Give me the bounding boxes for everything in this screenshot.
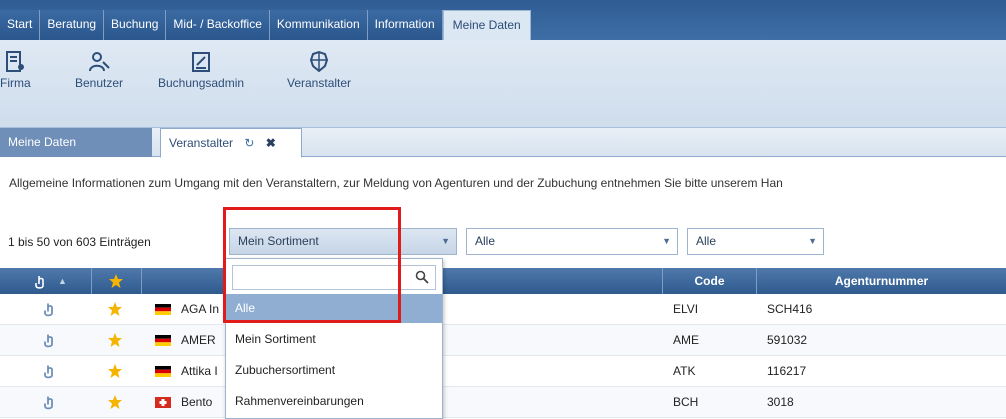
tab-kommunikation[interactable]: Kommunikation [269,10,368,40]
close-icon[interactable]: ✖ [266,136,276,150]
row-agenturnummer: 591032 [767,333,808,347]
sortiment-dropdown-list: Alle Mein Sortiment Zubuchersortiment Ra… [225,258,443,419]
tab-beratung[interactable]: Beratung [40,10,105,40]
tab-meine-daten[interactable]: Meine Daten [442,10,531,41]
hand-icon[interactable] [43,394,57,411]
main-tabs: Start Beratung Buchung Mid- / Backoffice… [0,10,531,41]
tab-veranstalter-label: Veranstalter [169,136,234,150]
dropdown-option-rahmenvereinbarungen[interactable]: Rahmenvereinbarungen [226,387,442,416]
star-icon[interactable] [107,363,123,379]
booking-admin-icon [192,52,211,72]
dropdown-search-input[interactable] [233,266,409,289]
row-agenturnummer: SCH416 [767,302,813,316]
section-tab-bar: Meine Daten Veranstalter ↻ ✖ [0,128,1006,158]
dropdown-option-mein-sortiment[interactable]: Mein Sortiment [226,325,442,354]
row-name: AGA In [181,302,220,316]
flag-germany-icon [155,335,171,346]
company-icon [6,51,25,72]
benutzer-button[interactable]: Benutzer [75,50,123,90]
sortiment-select-value: Mein Sortiment [238,234,319,248]
hand-icon[interactable] [43,332,57,349]
row-code: ATK [673,364,696,378]
flag-germany-icon [155,366,171,377]
firma-label: Firma [0,76,31,90]
column-header-type[interactable]: ▲ [0,268,92,294]
tab-buchung[interactable]: Buchung [104,10,167,40]
column-header-agenturnummer[interactable]: Agenturnummer [757,268,1006,294]
star-icon [109,274,123,288]
star-icon[interactable] [107,332,123,348]
info-text: Allgemeine Informationen zum Umgang mit … [9,176,783,190]
row-agenturnummer: 3018 [767,395,794,409]
benutzer-label: Benutzer [75,76,124,90]
table-row[interactable]: AGA In ELVI SCH416 [0,294,1006,325]
top-menu-bar: Start Beratung Buchung Mid- / Backoffice… [0,0,1006,41]
star-icon[interactable] [107,301,123,317]
sortiment-select[interactable]: Mein Sortiment ▼ [229,228,457,255]
row-name: AMER [181,333,216,347]
row-code: AME [673,333,700,347]
row-code: ELVI [673,302,699,316]
row-name: Attika I [181,364,218,378]
dropdown-option-alle[interactable]: Alle [226,294,442,323]
flag-germany-icon [155,304,171,315]
table-header: ▲ Code Agenturnummer [0,268,1006,294]
row-agenturnummer: 116217 [767,364,807,378]
buchungsadmin-label: Buchungsadmin [158,76,245,90]
star-icon[interactable] [107,394,123,410]
entry-count: 1 bis 50 von 603 Einträgen [8,235,151,249]
column-header-favorite[interactable] [92,268,142,294]
dropdown-search-box [232,265,436,290]
hand-icon [35,276,44,289]
row-code: BCH [673,395,699,409]
row-name: Bento [181,395,213,409]
users-icon [89,52,110,72]
chevron-down-icon: ▼ [441,236,450,246]
hand-icon[interactable] [43,363,57,380]
search-icon[interactable] [415,270,429,284]
filter3-select[interactable]: Alle ▼ [687,228,824,255]
tab-mid-backoffice[interactable]: Mid- / Backoffice [166,10,270,40]
flag-switzerland-icon [155,397,171,408]
table-row[interactable]: Attika I ATK 116217 [0,356,1006,387]
table-row[interactable]: Bento BCH 3018 [0,387,1006,418]
refresh-icon[interactable]: ↻ [244,136,254,150]
dropdown-option-zubuchersortiment[interactable]: Zubuchersortiment [226,356,442,385]
buchungsadmin-button[interactable]: Buchungsadmin [158,50,244,90]
filter2-select[interactable]: Alle ▼ [466,228,678,255]
tour-operator-icon [309,50,329,73]
veranstalter-label: Veranstalter [287,76,352,90]
table-row[interactable]: AMER AME 591032 [0,325,1006,356]
tab-veranstalter[interactable]: Veranstalter ↻ ✖ [160,128,302,158]
firma-button[interactable]: Firma [0,50,31,90]
column-header-code[interactable]: Code [663,268,757,294]
filter3-select-value: Alle [696,234,717,248]
filter2-select-value: Alle [475,234,496,248]
sort-asc-icon: ▲ [58,276,67,286]
chevron-down-icon: ▼ [662,236,671,246]
section-meine-daten[interactable]: Meine Daten [0,128,152,157]
ribbon-toolbar: Firma Benutzer Buchungsadmin Veranstalte… [0,40,1006,128]
tab-start[interactable]: Start [0,10,41,40]
veranstalter-button[interactable]: Veranstalter [287,50,351,90]
hand-icon[interactable] [43,301,57,318]
chevron-down-icon: ▼ [808,236,817,246]
tab-information[interactable]: Information [367,10,443,40]
